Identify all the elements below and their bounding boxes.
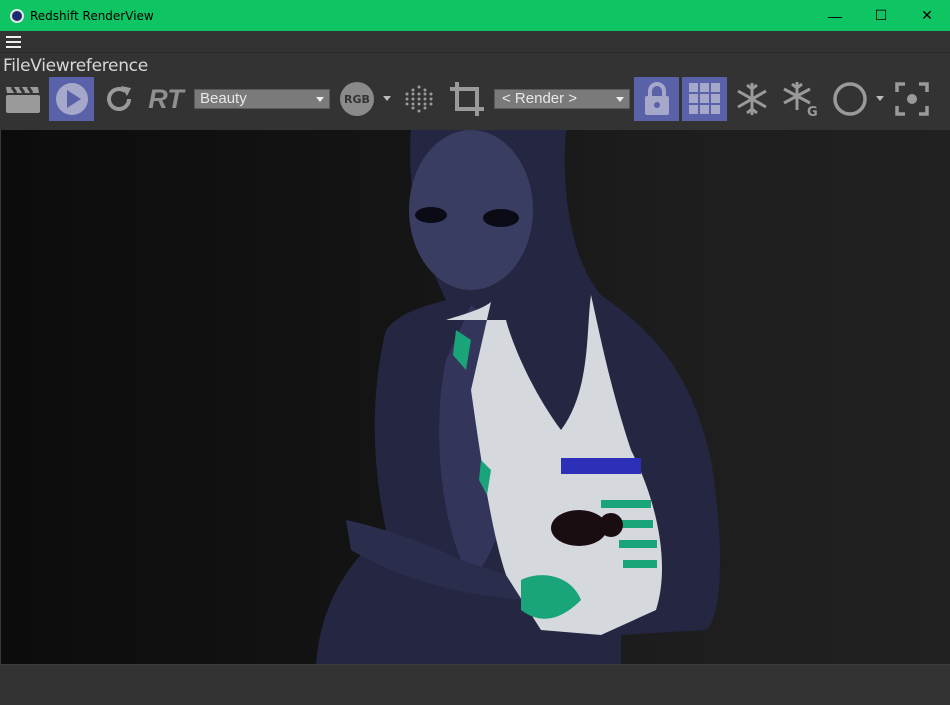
aov-select-value: Beauty	[200, 90, 247, 107]
maximize-button[interactable]: ☐	[858, 0, 904, 31]
window-title: Redshift RenderView	[30, 8, 154, 23]
focus-icon[interactable]	[892, 77, 932, 121]
menu-reference[interactable]: reference	[69, 56, 148, 76]
chevron-down-icon	[316, 97, 324, 102]
dots-grid-icon[interactable]	[400, 77, 438, 121]
window-titlebar: Redshift RenderView — ☐ ✕	[0, 0, 950, 31]
chevron-down-icon	[616, 97, 624, 102]
close-button[interactable]: ✕	[904, 0, 950, 31]
lock-icon[interactable]	[634, 77, 679, 121]
rt-label[interactable]: RT	[144, 77, 188, 121]
grid-icon[interactable]	[682, 77, 727, 121]
menu-file[interactable]: File	[0, 56, 31, 76]
play-icon[interactable]	[49, 77, 94, 121]
clapperboard-icon[interactable]	[3, 77, 43, 121]
snowflake-g-icon[interactable]: G	[780, 77, 820, 121]
aov-select[interactable]: Beauty	[194, 89, 330, 109]
render-image	[316, 130, 721, 664]
chevron-down-icon[interactable]	[876, 96, 884, 101]
circle-icon[interactable]	[828, 77, 872, 121]
window-controls: — ☐ ✕	[812, 0, 950, 31]
rgb-channel-icon[interactable]: RGB	[340, 82, 374, 116]
render-viewport[interactable]	[0, 130, 950, 664]
render-toolbar: RT Beauty RGB < Render > G	[0, 77, 950, 123]
camera-select[interactable]: < Render >	[494, 89, 630, 109]
camera-select-value: < Render >	[502, 90, 578, 107]
status-bar	[0, 664, 950, 705]
menu-row	[0, 31, 950, 53]
refresh-icon[interactable]	[100, 77, 138, 121]
chevron-down-icon[interactable]	[383, 96, 391, 101]
menu-icon[interactable]	[6, 36, 21, 48]
snowflake-icon[interactable]	[732, 77, 772, 121]
minimize-button[interactable]: —	[812, 0, 858, 31]
app-icon	[10, 8, 24, 23]
menubar: File View reference	[0, 55, 148, 77]
menu-view[interactable]: View	[30, 56, 69, 76]
svg-text:G: G	[807, 105, 818, 118]
crop-icon[interactable]	[445, 77, 489, 121]
